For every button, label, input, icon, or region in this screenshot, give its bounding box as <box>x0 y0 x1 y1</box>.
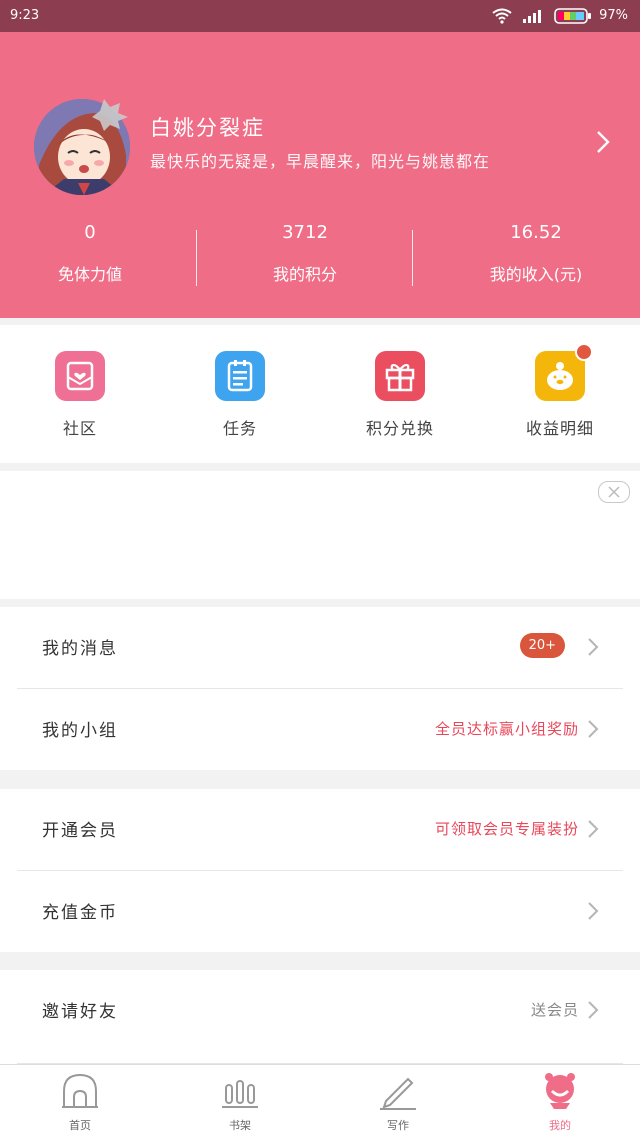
tab-label: 书架 <box>229 1119 251 1132</box>
menu-row-title: 邀请好友 <box>42 1002 118 1022</box>
stat-value: 3712 <box>282 222 328 243</box>
shortcut-label: 任务 <box>222 419 257 438</box>
menu-row-invite[interactable]: 邀请好友 送会员 <box>17 970 623 1064</box>
status-icons <box>492 6 592 26</box>
menu-row-title: 充值金币 <box>42 903 118 923</box>
menu-row-vip[interactable]: 开通会员 可领取会员专属装扮 <box>17 789 623 871</box>
menu-group-vip: 开通会员 可领取会员专属装扮 充值金币 <box>0 789 640 952</box>
stat-label: 免体力値 <box>57 265 122 284</box>
wifi-icon <box>492 8 512 24</box>
shortcut-label: 收益明细 <box>525 419 594 438</box>
pen-icon <box>380 1077 416 1110</box>
profile-header[interactable]: 白姚分裂症 最快乐的无疑是，早晨醒来，阳光与姚崽都在 0 免体力値 3712 我… <box>0 32 640 318</box>
shortcut-grid: 社区 任务 积分兑换 收益明细 <box>0 325 640 463</box>
menu-row-groups[interactable]: 我的小组 全员达标赢小组奖励 <box>17 689 623 770</box>
ad-banner[interactable] <box>0 471 640 599</box>
message-count-badge: 20+ <box>519 633 565 658</box>
menu-row-hint: 送会员 <box>530 1001 579 1019</box>
shortcut-community[interactable]: 社区 <box>20 351 140 439</box>
ad-close-button[interactable] <box>598 481 630 503</box>
shortcut-income-details[interactable]: 收益明细 <box>500 343 620 439</box>
stat-label: 我的积分 <box>272 265 337 284</box>
status-bar: 9:23 97% <box>0 0 640 32</box>
stats-row: 0 免体力値 3712 我的积分 16.52 我的收入(元) <box>0 222 640 292</box>
signal-icon <box>523 10 541 23</box>
divider <box>412 230 413 286</box>
stat-label: 我的收入(元) <box>489 265 583 284</box>
chevron-right-icon <box>588 1001 599 1019</box>
profile-icon <box>545 1073 575 1109</box>
tab-bookshelf[interactable]: 书架 <box>200 1071 280 1133</box>
chevron-right-icon <box>588 638 599 656</box>
stat-income[interactable]: 16.52 我的收入(元) <box>436 222 636 285</box>
stat-points[interactable]: 3712 我的积分 <box>205 222 405 285</box>
shortcut-points-exchange[interactable]: 积分兑换 <box>340 351 460 439</box>
chevron-right-icon <box>588 820 599 838</box>
avatar-image <box>34 99 130 195</box>
shortcut-label: 社区 <box>62 419 97 438</box>
menu-row-messages[interactable]: 我的消息 20+ <box>17 607 623 689</box>
profile-signature: 最快乐的无疑是，早晨醒来，阳光与姚崽都在 <box>150 152 491 171</box>
task-clipboard-icon <box>215 351 265 401</box>
community-heart-icon <box>55 351 105 401</box>
menu-row-hint: 全员达标赢小组奖励 <box>434 720 579 738</box>
tab-profile[interactable]: 我的 <box>520 1071 600 1133</box>
menu-row-recharge[interactable]: 充值金币 <box>17 871 623 952</box>
shortcut-task[interactable]: 任务 <box>180 351 300 439</box>
tab-label: 首页 <box>69 1119 91 1132</box>
battery-icon <box>554 8 591 24</box>
stat-stamina[interactable]: 0 免体力値 <box>0 222 190 285</box>
shortcut-label: 积分兑换 <box>365 419 434 438</box>
tab-label: 我的 <box>549 1119 571 1132</box>
close-icon <box>608 486 620 498</box>
menu-row-title: 开通会员 <box>42 821 118 841</box>
battery-percent: 97% <box>599 8 628 23</box>
chevron-right-icon <box>588 902 599 920</box>
chevron-right-icon[interactable] <box>596 130 610 154</box>
piggy-bank-icon <box>535 343 593 401</box>
stat-value: 16.52 <box>510 222 562 243</box>
menu-group-social: 我的消息 20+ 我的小组 全员达标赢小组奖励 <box>0 607 640 770</box>
divider <box>196 230 197 286</box>
stat-value: 0 <box>84 222 96 243</box>
menu-row-title: 我的消息 <box>42 639 118 659</box>
bookshelf-icon <box>222 1080 258 1108</box>
avatar[interactable] <box>34 95 132 195</box>
gift-box-icon <box>375 351 425 401</box>
menu-group-invite: 邀请好友 送会员 <box>0 970 640 1064</box>
bottom-tab-bar: 首页 书架 写作 我的 <box>0 1064 640 1139</box>
tab-home[interactable]: 首页 <box>40 1071 120 1133</box>
notification-dot <box>575 343 593 361</box>
menu-row-title: 我的小组 <box>42 721 118 741</box>
chevron-right-icon <box>588 720 599 738</box>
tab-write[interactable]: 写作 <box>358 1071 438 1133</box>
username: 白姚分裂症 <box>150 116 265 140</box>
tab-label: 写作 <box>387 1119 409 1132</box>
status-time: 9:23 <box>10 8 40 23</box>
menu-row-hint: 可领取会员专属装扮 <box>434 820 579 838</box>
home-icon <box>62 1073 98 1108</box>
